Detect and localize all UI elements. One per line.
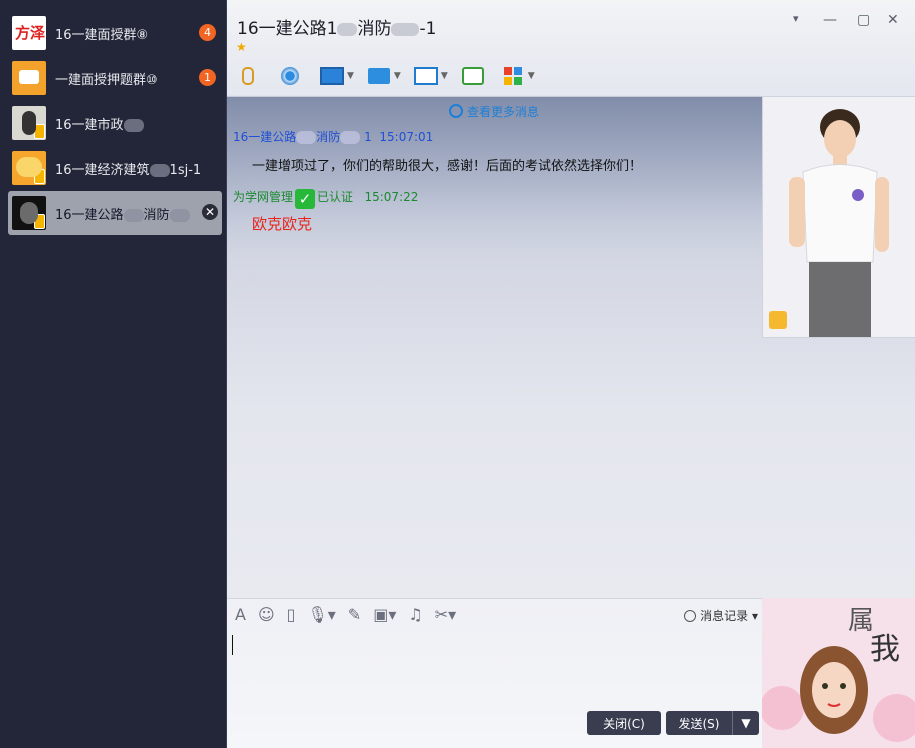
group-avatar bbox=[12, 151, 46, 185]
conversation-item-3[interactable]: 16一建市政 bbox=[8, 101, 222, 145]
remote-desktop-icon[interactable] bbox=[413, 64, 439, 88]
conversation-name: 16一建经济建筑 1sj-1 bbox=[55, 162, 202, 178]
screen-share-icon[interactable] bbox=[319, 64, 345, 88]
group-avatar bbox=[12, 61, 46, 95]
chat-main: 16一建公路1 消防 -1 ★ ▾ — ▢ ✕ ▼ ▼ ▼ ▼ 查看更多消息 1… bbox=[227, 0, 915, 748]
screenshot-scissors-icon[interactable]: ✂▾ bbox=[435, 605, 456, 624]
video-call-icon[interactable] bbox=[277, 64, 303, 88]
redacted-text bbox=[296, 131, 317, 144]
conversation-item-2[interactable]: 一建面授押题群⑩ 1 bbox=[8, 56, 222, 100]
emoji-icon[interactable]: ☺ bbox=[258, 605, 275, 624]
mobile-icon bbox=[34, 124, 45, 139]
redacted-text bbox=[391, 22, 420, 36]
conversation-name: 16一建市政 bbox=[55, 114, 144, 133]
voice-call-icon[interactable] bbox=[235, 64, 261, 88]
redacted-text bbox=[123, 118, 144, 132]
mobile-icon bbox=[34, 214, 45, 229]
message-text: 一建增项过了，你们的帮助很大，感谢！后面的考试依然选择你们！ bbox=[252, 159, 643, 174]
chat-toolbar: ▼ ▼ ▼ ▼ bbox=[235, 64, 547, 88]
conversation-item-4[interactable]: 16一建经济建筑 1sj-1 bbox=[8, 146, 222, 190]
message-history-button[interactable]: 消息记录 ▾ bbox=[684, 607, 758, 624]
redacted-text bbox=[340, 131, 361, 144]
message-sender-meta: 16一建公路 消防 1 15:07:01 bbox=[233, 130, 434, 144]
contact-avatar-show bbox=[762, 96, 915, 338]
close-conversation-icon[interactable]: ✕ bbox=[202, 204, 218, 220]
create-discussion-icon[interactable] bbox=[460, 64, 486, 88]
mobile-icon bbox=[34, 169, 45, 184]
unread-badge: 4 bbox=[199, 24, 216, 41]
chevron-down-icon[interactable]: ▼ bbox=[441, 71, 448, 81]
group-avatar: 方泽 bbox=[12, 16, 46, 50]
unread-badge: 1 bbox=[199, 69, 216, 86]
maximize-icon[interactable]: ▢ bbox=[857, 12, 870, 28]
conversation-name: 16一建面授群⑧ bbox=[55, 27, 149, 43]
text-cursor bbox=[232, 635, 233, 655]
conversation-item-1[interactable]: 方泽 16一建面授群⑧ 4 bbox=[8, 11, 222, 55]
dropdown-icon[interactable]: ▾ bbox=[793, 12, 799, 25]
character-illustration bbox=[762, 598, 915, 748]
redacted-text bbox=[149, 163, 170, 177]
chat-title: 16一建公路1 消防 -1 bbox=[237, 19, 437, 39]
input-toolbar: A ☺ ▯ 🎙▾ ✎ ▣▾ ♫ ✂▾ bbox=[235, 605, 468, 624]
chevron-down-icon[interactable]: ▼ bbox=[347, 71, 354, 81]
minimize-icon[interactable]: — bbox=[823, 12, 837, 28]
clock-icon bbox=[449, 104, 463, 118]
clock-icon bbox=[684, 610, 697, 622]
redacted-text bbox=[169, 208, 190, 222]
chevron-down-icon[interactable]: ▼ bbox=[394, 71, 401, 81]
chat-window: 方泽 16一建面授群⑧ 4 一建面授押题群⑩ 1 16一建市政 16一建经济建筑… bbox=[0, 0, 915, 748]
group-avatar bbox=[12, 196, 46, 230]
font-icon[interactable]: A bbox=[235, 605, 246, 624]
apps-icon[interactable] bbox=[500, 64, 526, 88]
message-sender-meta: 为学网管理 ✓ 已认证 15:07:22 bbox=[233, 189, 419, 209]
conversation-name: 16一建公路 消防 bbox=[55, 204, 190, 223]
shake-window-icon[interactable]: ▯ bbox=[287, 605, 296, 624]
redacted-text bbox=[123, 208, 144, 222]
file-transfer-icon[interactable] bbox=[366, 64, 392, 88]
self-avatar-show: 属 我 bbox=[762, 598, 915, 748]
conversation-item-5-active[interactable]: 16一建公路 消防 ✕ bbox=[8, 191, 222, 235]
conversation-name: 一建面授押题群⑩ bbox=[55, 72, 158, 88]
edit-icon[interactable]: ✎ bbox=[348, 605, 361, 624]
image-icon[interactable]: ▣▾ bbox=[373, 605, 396, 624]
close-window-icon[interactable]: ✕ bbox=[887, 12, 899, 28]
close-button[interactable]: 关闭(C) bbox=[587, 711, 661, 735]
character-illustration bbox=[763, 97, 915, 337]
decorative-text: 我 bbox=[870, 632, 900, 667]
send-options-dropdown[interactable]: ▼ bbox=[733, 711, 759, 735]
chevron-down-icon[interactable]: ▼ bbox=[528, 71, 535, 81]
chat-header: 16一建公路1 消防 -1 ★ ▾ — ▢ ✕ ▼ ▼ ▼ ▼ bbox=[227, 0, 915, 97]
send-button[interactable]: 发送(S) bbox=[666, 711, 733, 735]
music-icon[interactable]: ♫ bbox=[408, 605, 422, 624]
star-icon[interactable]: ★ bbox=[236, 40, 247, 54]
conversation-sidebar: 方泽 16一建面授群⑧ 4 一建面授押题群⑩ 1 16一建市政 16一建经济建筑… bbox=[0, 0, 227, 748]
message-input-area[interactable]: A ☺ ▯ 🎙▾ ✎ ▣▾ ♫ ✂▾ 消息记录 ▾ 关闭(C) 发送(S) ▼ bbox=[227, 598, 762, 748]
group-avatar bbox=[12, 106, 46, 140]
voice-message-icon[interactable]: 🎙▾ bbox=[307, 605, 335, 624]
view-more-messages-link[interactable]: 查看更多消息 bbox=[449, 103, 539, 120]
redacted-text bbox=[337, 22, 358, 36]
verified-check-icon: ✓ bbox=[295, 189, 316, 209]
message-text: 欧克欧克 bbox=[252, 215, 313, 233]
